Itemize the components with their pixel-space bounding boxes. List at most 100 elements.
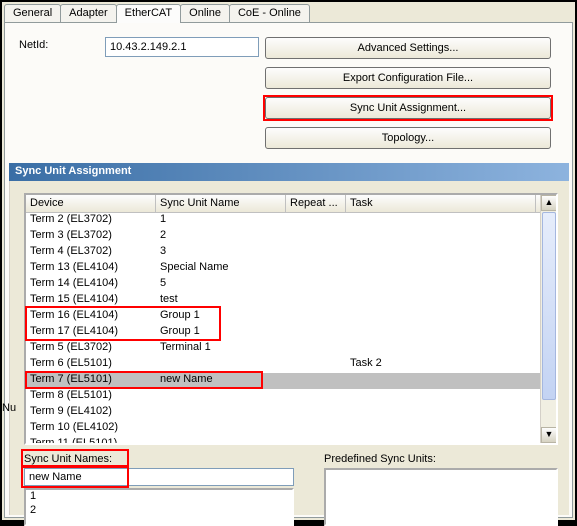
scroll-thumb[interactable] bbox=[542, 212, 556, 400]
table-cell: test bbox=[156, 293, 286, 309]
table-cell bbox=[286, 389, 346, 405]
table-cell bbox=[346, 405, 536, 421]
table-cell bbox=[346, 437, 536, 445]
tab-coe-online[interactable]: CoE - Online bbox=[229, 4, 310, 22]
table-cell bbox=[346, 309, 536, 325]
table-row[interactable]: Term 5 (EL3702)Terminal 1 bbox=[26, 341, 556, 357]
table-cell: Term 11 (EL5101) bbox=[26, 437, 156, 445]
device-table[interactable]: DeviceSync Unit NameRepeat ...Task Term … bbox=[24, 193, 558, 445]
table-row[interactable]: Term 10 (EL4102) bbox=[26, 421, 556, 437]
table-cell: Term 10 (EL4102) bbox=[26, 421, 156, 437]
table-cell: Term 15 (EL4104) bbox=[26, 293, 156, 309]
tab-online[interactable]: Online bbox=[180, 4, 230, 22]
table-cell bbox=[286, 277, 346, 293]
list-item[interactable]: 2 bbox=[26, 504, 292, 518]
vertical-scrollbar[interactable]: ▲ ▼ bbox=[540, 195, 556, 443]
list-item[interactable]: 1 bbox=[26, 490, 292, 504]
table-cell: Term 3 (EL3702) bbox=[26, 229, 156, 245]
topology-button[interactable]: Topology... bbox=[265, 127, 551, 149]
table-cell: 1 bbox=[156, 213, 286, 229]
tab-ethercat[interactable]: EtherCAT bbox=[116, 4, 181, 23]
table-row[interactable]: Term 7 (EL5101)new Name bbox=[26, 373, 556, 389]
sync-unit-names-label: Sync Unit Names: bbox=[24, 453, 112, 465]
dialog-title: Sync Unit Assignment bbox=[9, 163, 569, 181]
predefined-sync-units-list[interactable] bbox=[324, 468, 558, 526]
table-cell bbox=[286, 229, 346, 245]
table-row[interactable]: Term 6 (EL5101) Task 2 bbox=[26, 357, 556, 373]
table-cell: Term 4 (EL3702) bbox=[26, 245, 156, 261]
table-cell bbox=[286, 293, 346, 309]
scroll-down-button[interactable]: ▼ bbox=[541, 427, 557, 443]
table-row[interactable]: Term 11 (EL5101) bbox=[26, 437, 556, 445]
table-cell: Term 9 (EL4102) bbox=[26, 405, 156, 421]
table-cell bbox=[286, 405, 346, 421]
table-row[interactable]: Term 8 (EL5101) bbox=[26, 389, 556, 405]
table-cell bbox=[286, 325, 346, 341]
gutter-text: Nu bbox=[2, 402, 16, 414]
table-cell bbox=[156, 405, 286, 421]
table-cell bbox=[156, 437, 286, 445]
table-cell bbox=[346, 325, 536, 341]
table-row[interactable]: Term 13 (EL4104)Special Name bbox=[26, 261, 556, 277]
table-cell bbox=[346, 373, 536, 389]
table-cell bbox=[346, 421, 536, 437]
netid-input[interactable] bbox=[105, 37, 259, 57]
table-row[interactable]: Term 4 (EL3702)3 bbox=[26, 245, 556, 261]
table-cell bbox=[346, 213, 536, 229]
table-cell bbox=[286, 357, 346, 373]
table-cell bbox=[346, 341, 536, 357]
table-cell bbox=[286, 309, 346, 325]
table-cell: 3 bbox=[156, 245, 286, 261]
table-cell bbox=[346, 229, 536, 245]
table-cell: Group 1 bbox=[156, 325, 286, 341]
table-cell: 2 bbox=[156, 229, 286, 245]
table-cell: Term 8 (EL5101) bbox=[26, 389, 156, 405]
table-cell: Term 17 (EL4104) bbox=[26, 325, 156, 341]
table-row[interactable]: Term 3 (EL3702)2 bbox=[26, 229, 556, 245]
table-cell: Task 2 bbox=[346, 357, 536, 373]
table-row[interactable]: Term 17 (EL4104)Group 1 bbox=[26, 325, 556, 341]
table-cell: Term 5 (EL3702) bbox=[26, 341, 156, 357]
tab-adapter[interactable]: Adapter bbox=[60, 4, 117, 22]
table-cell: Term 7 (EL5101) bbox=[26, 373, 156, 389]
table-cell: 5 bbox=[156, 277, 286, 293]
predefined-sync-units-label: Predefined Sync Units: bbox=[324, 453, 436, 465]
table-cell: Term 6 (EL5101) bbox=[26, 357, 156, 373]
table-cell: Term 2 (EL3702) bbox=[26, 213, 156, 229]
sync-unit-assignment-button[interactable]: Sync Unit Assignment... bbox=[265, 97, 551, 119]
advanced-settings-button[interactable]: Advanced Settings... bbox=[265, 37, 551, 59]
table-cell bbox=[286, 341, 346, 357]
table-cell bbox=[286, 245, 346, 261]
table-cell bbox=[286, 437, 346, 445]
table-cell bbox=[346, 277, 536, 293]
table-row[interactable]: Term 15 (EL4104)test bbox=[26, 293, 556, 309]
table-cell: Group 1 bbox=[156, 309, 286, 325]
column-header[interactable]: Task bbox=[346, 195, 536, 212]
sync-unit-names-list[interactable]: 12 bbox=[24, 488, 294, 526]
table-row[interactable]: Term 16 (EL4104)Group 1 bbox=[26, 309, 556, 325]
table-cell: Special Name bbox=[156, 261, 286, 277]
column-header[interactable]: Sync Unit Name bbox=[156, 195, 286, 212]
table-cell: new Name bbox=[156, 373, 286, 389]
export-config-button[interactable]: Export Configuration File... bbox=[265, 67, 551, 89]
table-cell bbox=[346, 293, 536, 309]
table-row[interactable]: Term 9 (EL4102) bbox=[26, 405, 556, 421]
table-cell bbox=[156, 389, 286, 405]
column-header[interactable]: Device bbox=[26, 195, 156, 212]
table-cell bbox=[286, 261, 346, 277]
netid-label: NetId: bbox=[19, 39, 48, 51]
table-cell bbox=[346, 261, 536, 277]
table-row[interactable]: Term 14 (EL4104)5 bbox=[26, 277, 556, 293]
table-cell bbox=[286, 373, 346, 389]
scroll-up-button[interactable]: ▲ bbox=[541, 195, 557, 211]
table-row[interactable]: Term 2 (EL3702)1 bbox=[26, 213, 556, 229]
table-cell bbox=[156, 357, 286, 373]
sync-unit-name-input[interactable] bbox=[24, 468, 294, 486]
table-cell bbox=[286, 213, 346, 229]
table-cell bbox=[346, 389, 536, 405]
tab-general[interactable]: General bbox=[4, 4, 61, 22]
table-cell: Term 16 (EL4104) bbox=[26, 309, 156, 325]
column-header[interactable]: Repeat ... bbox=[286, 195, 346, 212]
table-cell bbox=[156, 421, 286, 437]
table-cell bbox=[346, 245, 536, 261]
